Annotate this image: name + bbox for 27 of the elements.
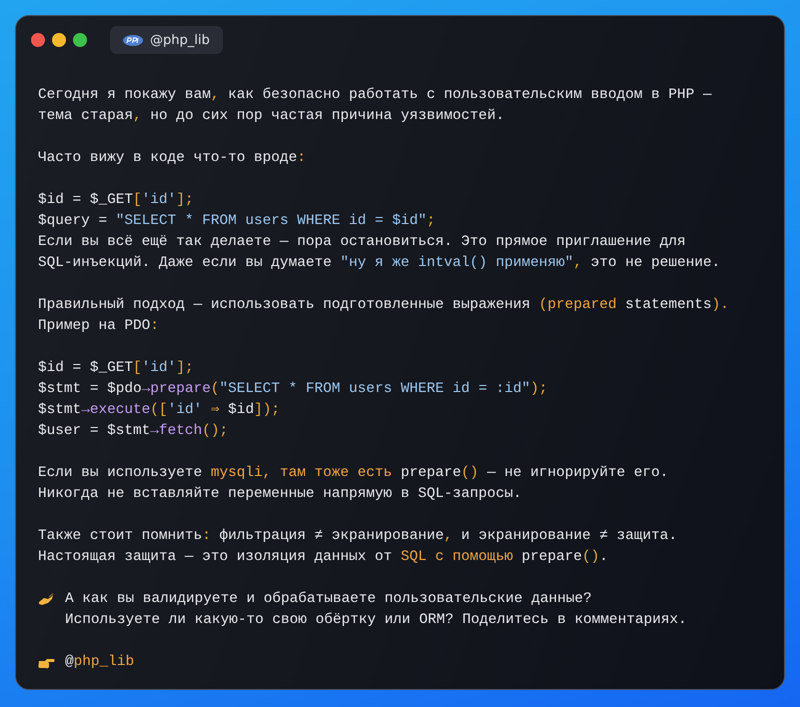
text-line: Также стоит помнить: фильтрация ≠ экранирование, и экранирование ≠ защита.: [38, 527, 678, 546]
code-line: $stmt→execute(['id' ⇒ $id]);: [38, 401, 281, 420]
code-line: SQL-инъекций. Даже если вы думаете "ну я же intval() применяю", это не решение.: [38, 254, 720, 273]
text-line: тема старая, но до сих пор частая причина уязвимостей.: [38, 107, 506, 126]
code-line: $user = $stmt→fetch();: [38, 422, 230, 441]
text-line: Правильный подход — использовать подготовленные выражения (prepared statements).: [38, 296, 729, 315]
link-text[interactable]: @php_lib: [65, 652, 134, 673]
code-line: $query = "SELECT * FROM users WHERE id = $id";: [38, 212, 436, 231]
code-line: $id = $_GET['id'];: [38, 191, 194, 210]
code-line: $stmt = $pdo→prepare("SELECT * FROM users WHERE id = :id");: [38, 380, 548, 399]
minimize-button[interactable]: [52, 33, 66, 47]
text-line: Если вы используете mysqli, там тоже есть prepare() — не игнорируйте его.: [38, 464, 668, 483]
code-line: Если вы всё ещё так делаете — пора остановиться. Это прямое приглашение для: [38, 233, 687, 252]
window-tab[interactable]: @php_lib: [110, 26, 223, 54]
text-line: А как вы валидируете и обрабатываете пользовательские данные?: [65, 590, 593, 609]
text-line: Настоящая защита — это изоляция данных от SQL с помощью prepare().: [38, 548, 609, 567]
code-line: $id = $_GET['id'];: [38, 359, 194, 378]
text-line: Пример на PDO:: [38, 317, 160, 336]
maximize-button[interactable]: [73, 33, 87, 47]
logo-icon: [123, 34, 143, 46]
text-line: Часто вижу в коде что-то вроде:: [38, 149, 306, 168]
text-line: Используете ли какую-то свою обёртку или ORM? Поделитесь в комментариях.: [65, 611, 687, 630]
text-line: Сегодня я покажу вам, как безопасно работать с пользовательским вводом в PHP —: [38, 86, 712, 105]
pointing-hand-icon: [38, 656, 55, 668]
close-button[interactable]: [31, 33, 45, 47]
writing-hand-icon: [38, 592, 54, 606]
text-line: Никогда не вставляйте переменные напрямую в SQL-запросы.: [38, 485, 523, 504]
